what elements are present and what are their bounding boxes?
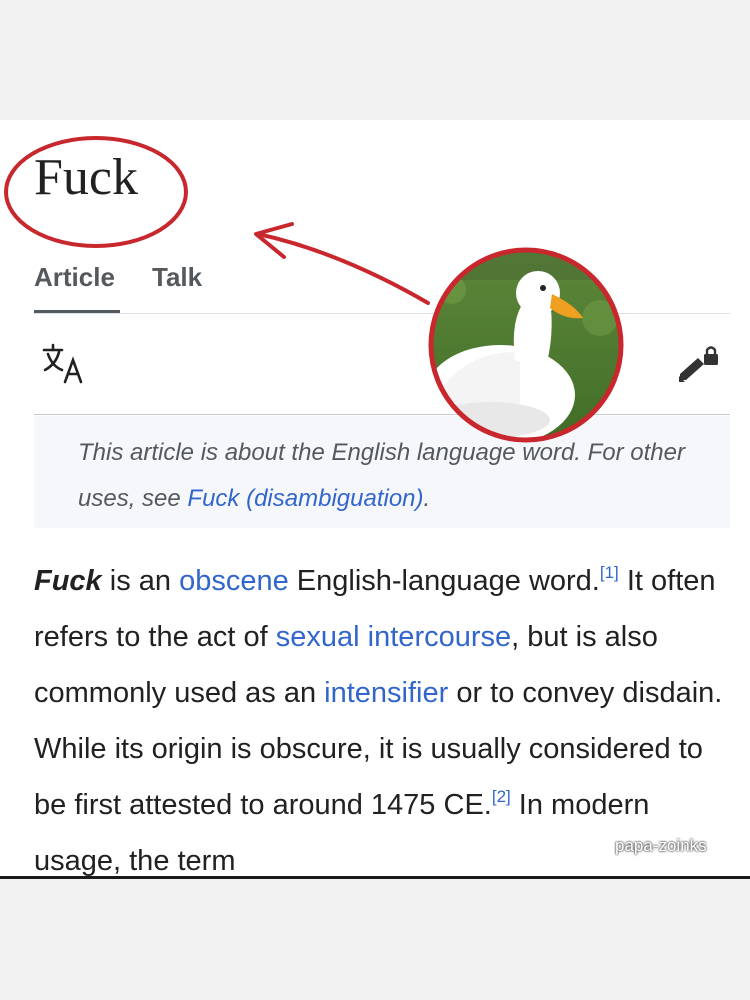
reference-1[interactable]: [1]	[600, 563, 619, 582]
toolbar-divider	[34, 414, 730, 415]
link-obscene[interactable]: obscene	[179, 565, 289, 597]
tabs-divider	[34, 313, 730, 314]
link-sexual-intercourse[interactable]: sexual intercourse	[276, 621, 511, 653]
lead-text-2: English-language word.	[288, 565, 600, 597]
tab-talk[interactable]: Talk	[152, 262, 202, 293]
hatnote-text: This article is about the English langua…	[78, 430, 708, 522]
reference-2[interactable]: [2]	[492, 787, 511, 806]
lead-term: Fuck	[34, 565, 102, 597]
hatnote-text-after: .	[423, 485, 431, 512]
lead-text-1: is an	[101, 565, 180, 597]
translate-icon[interactable]	[40, 340, 88, 388]
edit-lock-icon[interactable]	[676, 344, 722, 386]
page-title: Fuck	[34, 149, 138, 206]
tab-article[interactable]: Article	[34, 262, 115, 293]
link-intensifier[interactable]: intensifier	[324, 677, 448, 709]
disambiguation-link[interactable]: Fuck (disambiguation)	[187, 485, 423, 512]
bottom-divider	[0, 876, 750, 879]
watermark: papa-zoinks	[615, 836, 707, 855]
